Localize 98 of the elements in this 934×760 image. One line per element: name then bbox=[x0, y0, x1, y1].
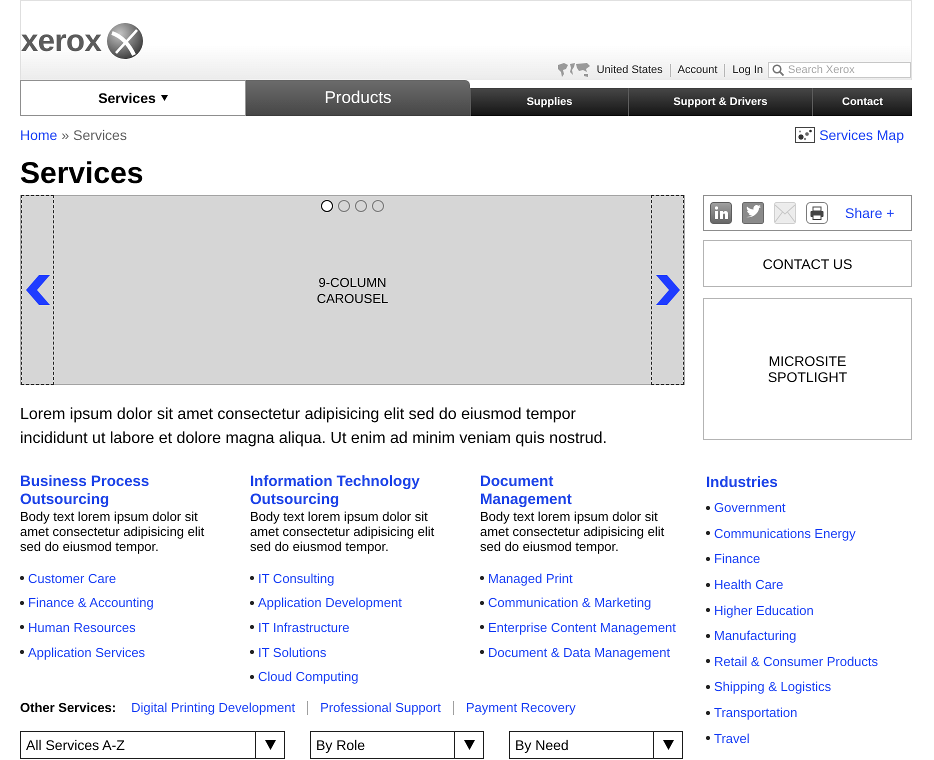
intro-paragraph: Lorem ipsum dolor sit amet consectetur adipisicing elit sed do eiusmod tempor incididunt ut labore et dolore magna aliqua. Ut enim ad minim veniam quis nostrud. bbox=[20, 405, 608, 449]
nav-tab[interactable]: Products bbox=[246, 80, 470, 116]
bullet-icon bbox=[250, 576, 254, 580]
carousel-prev-button[interactable] bbox=[21, 195, 54, 385]
industry-link[interactable]: Government bbox=[714, 500, 786, 516]
breadcrumb-current: Services bbox=[73, 126, 127, 144]
carousel-dot[interactable] bbox=[372, 200, 384, 212]
caret-icon bbox=[464, 740, 474, 750]
section-body: Body text lorem ipsum dolor sit amet consectetur adipisicing elit sed do eiusmod tempor. bbox=[250, 509, 436, 554]
industry-link[interactable]: Shipping & Logistics bbox=[714, 679, 832, 694]
bullet-icon bbox=[20, 625, 24, 630]
industry-link[interactable]: Finance bbox=[714, 551, 760, 566]
bullet-icon bbox=[706, 634, 710, 638]
industries-heading: Industries bbox=[706, 474, 779, 492]
industry-link[interactable]: Retail & Consumer Products bbox=[714, 654, 878, 669]
industry-link[interactable]: Transportation bbox=[714, 705, 798, 720]
carousel-next-button[interactable] bbox=[651, 195, 684, 385]
bullet-icon bbox=[706, 659, 710, 664]
service-link[interactable]: Human Resources bbox=[28, 620, 136, 635]
services-map-link[interactable]: Services Map bbox=[819, 126, 904, 144]
section-body: Body text lorem ipsum dolor sit amet consectetur adipisicing elit sed do eiusmod tempor. bbox=[480, 509, 666, 554]
caret-icon bbox=[662, 740, 674, 750]
other-service-link[interactable]: Payment Recovery bbox=[466, 700, 576, 716]
service-link[interactable]: Application Services bbox=[28, 644, 146, 660]
service-link[interactable]: Managed Print bbox=[488, 570, 573, 586]
industry-link[interactable]: Higher Education bbox=[714, 602, 814, 618]
bullet-icon bbox=[706, 506, 710, 510]
contact-us-button[interactable]: CONTACT US bbox=[703, 240, 912, 287]
carousel-label: 9-COLUMN CAROUSEL bbox=[316, 275, 388, 308]
service-link[interactable]: IT Infrastructure bbox=[258, 620, 350, 635]
world-map-icon bbox=[556, 62, 591, 78]
bullet-icon bbox=[706, 531, 710, 536]
section-heading[interactable]: Business Process Outsourcing bbox=[20, 473, 250, 509]
service-link[interactable]: Customer Care bbox=[28, 570, 116, 586]
search-icon bbox=[772, 64, 784, 76]
section-heading[interactable]: Information Technology Outsourcing bbox=[250, 473, 480, 509]
service-link[interactable]: Document & Data Management bbox=[488, 644, 670, 660]
bullet-icon bbox=[706, 736, 710, 740]
other-service-link[interactable]: Digital Printing Development bbox=[131, 700, 296, 716]
bullet-icon bbox=[706, 608, 710, 612]
bullet-icon bbox=[250, 625, 254, 630]
search-field[interactable]: Search Xerox bbox=[768, 62, 911, 78]
bullet-icon bbox=[250, 650, 254, 654]
other-service-link[interactable]: Professional Support bbox=[320, 700, 441, 716]
service-link[interactable]: Enterprise Content Management bbox=[488, 620, 676, 635]
bullet-icon bbox=[706, 710, 710, 715]
header-link[interactable]: Log In bbox=[732, 64, 763, 76]
bullet-icon bbox=[706, 582, 710, 587]
service-link[interactable]: Application Development bbox=[258, 595, 402, 610]
service-link[interactable]: Finance & Accounting bbox=[28, 595, 154, 610]
linkedin-icon[interactable] bbox=[710, 202, 732, 224]
bullet-icon bbox=[250, 600, 254, 605]
bullet-icon bbox=[250, 674, 254, 679]
bullet-icon bbox=[20, 600, 24, 605]
nav-tab[interactable]: Services bbox=[20, 80, 246, 116]
section-heading[interactable]: Document Management bbox=[480, 473, 685, 509]
country-link[interactable]: United States bbox=[596, 64, 663, 76]
chevron-left-icon bbox=[26, 275, 50, 305]
carousel-dot[interactable] bbox=[355, 200, 367, 212]
bullet-icon bbox=[480, 600, 484, 605]
nav-tab[interactable]: Contact bbox=[812, 88, 912, 116]
service-link[interactable]: IT Solutions bbox=[258, 644, 326, 660]
bullet-icon bbox=[706, 556, 710, 561]
bullet-icon bbox=[480, 650, 484, 654]
industry-link[interactable]: Travel bbox=[714, 730, 750, 746]
caret-icon bbox=[264, 740, 276, 750]
bullet-icon bbox=[706, 684, 710, 689]
carousel-dot[interactable] bbox=[338, 200, 350, 212]
page-title: Services bbox=[20, 156, 144, 192]
breadcrumb-link[interactable]: Home bbox=[20, 126, 58, 144]
service-link[interactable]: Cloud Computing bbox=[258, 669, 358, 684]
nav-tab[interactable]: Support & Drivers bbox=[628, 88, 812, 116]
dots-diagram-icon[interactable] bbox=[795, 127, 816, 143]
bullet-icon bbox=[480, 625, 484, 630]
section-body: Body text lorem ipsum dolor sit amet consectetur adipisicing elit sed do eiusmod tempor. bbox=[20, 509, 206, 554]
bullet-icon bbox=[20, 650, 24, 654]
bullet-icon bbox=[480, 576, 484, 580]
printer-icon[interactable] bbox=[806, 202, 828, 224]
logo-wordmark[interactable]: xerox bbox=[21, 24, 102, 58]
industry-link[interactable]: Manufacturing bbox=[714, 628, 796, 644]
nav-tab[interactable]: Supplies bbox=[470, 88, 628, 116]
dropdown[interactable]: By Need bbox=[509, 730, 683, 759]
service-link[interactable]: IT Consulting bbox=[258, 570, 334, 586]
service-link[interactable]: Communication & Marketing bbox=[488, 595, 652, 610]
industry-link[interactable]: Health Care bbox=[714, 577, 784, 592]
chevron-right-icon bbox=[656, 275, 680, 305]
dropdown[interactable]: All Services A-Z bbox=[20, 730, 285, 759]
bullet-icon bbox=[20, 576, 24, 580]
microsite-spotlight-panel: MICROSITE SPOTLIGHT bbox=[703, 298, 912, 440]
carousel-dot[interactable] bbox=[321, 200, 333, 212]
dropdown[interactable]: By Role bbox=[310, 730, 484, 759]
industry-link[interactable]: Communications Energy bbox=[714, 526, 856, 541]
breadcrumb-separator: » bbox=[61, 126, 70, 144]
bird-icon[interactable] bbox=[742, 202, 764, 224]
sphere-logo-icon[interactable] bbox=[107, 23, 144, 59]
header-link[interactable]: Account bbox=[678, 64, 718, 76]
other-services-label: Other Services: bbox=[20, 700, 116, 716]
share-link[interactable]: Share + bbox=[845, 205, 894, 221]
